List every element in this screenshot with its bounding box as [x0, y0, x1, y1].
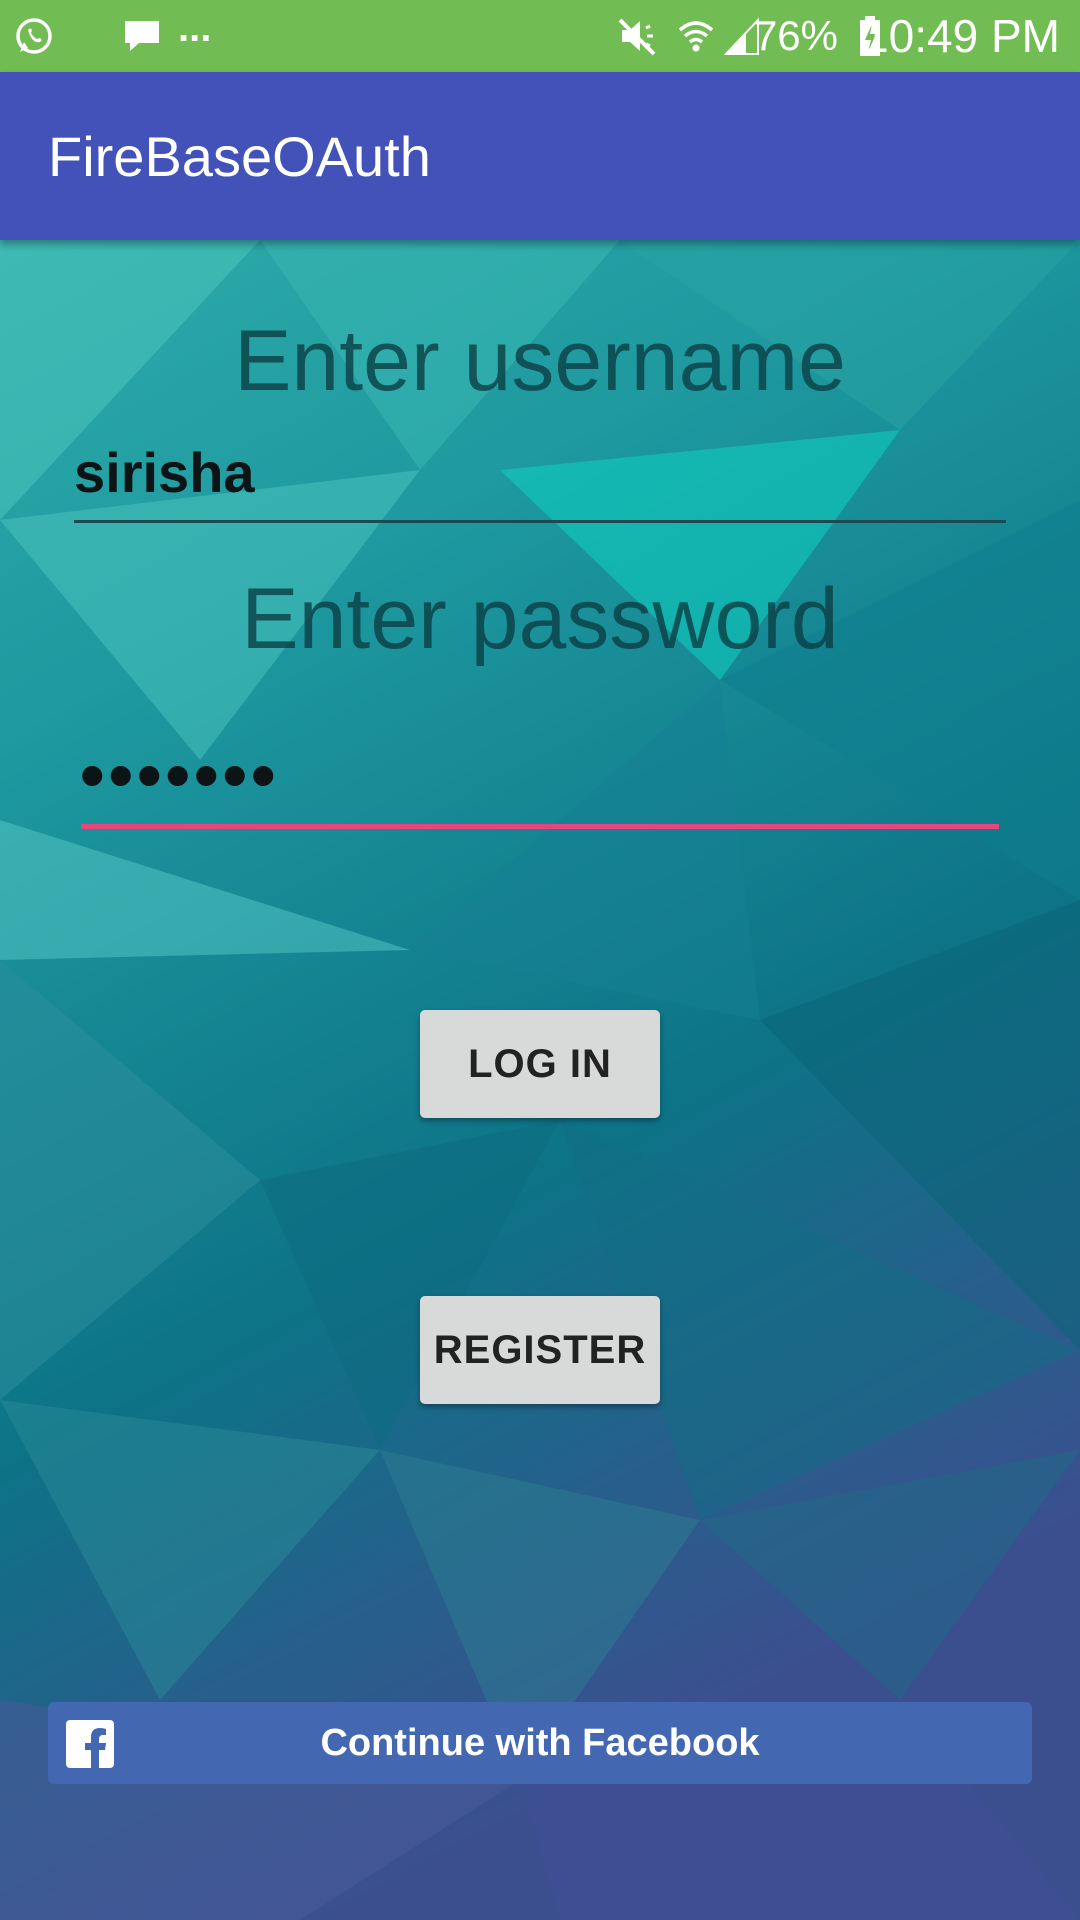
password-underline-focused [81, 824, 999, 829]
login-button[interactable]: LOG IN [420, 1010, 660, 1118]
whatsapp-icon [14, 0, 54, 72]
mute-icon [616, 0, 660, 72]
status-bar: ... 76% 10:49 PM [0, 0, 1080, 72]
app-title: FireBaseOAuth [48, 125, 431, 188]
battery-percent: 76% [753, 12, 838, 59]
overflow-indicator: ... [178, 5, 212, 50]
app-bar: FireBaseOAuth [0, 72, 1080, 240]
username-underline [74, 520, 1006, 523]
register-button[interactable]: REGISTER [420, 1296, 660, 1404]
password-prompt: Enter password [241, 571, 839, 667]
username-prompt: Enter username [234, 313, 846, 409]
clock: 10:49 PM [863, 10, 1060, 62]
background-polygon-pattern [0, 0, 1080, 1920]
username-input[interactable]: sirisha [74, 440, 255, 505]
facebook-login-button[interactable]: Continue with Facebook [48, 1702, 1032, 1784]
facebook-button-label: Continue with Facebook [320, 1721, 760, 1764]
message-icon [122, 0, 162, 72]
password-input[interactable]: ••••••• [80, 735, 280, 815]
wifi-icon [676, 0, 716, 72]
facebook-icon [66, 1720, 114, 1768]
